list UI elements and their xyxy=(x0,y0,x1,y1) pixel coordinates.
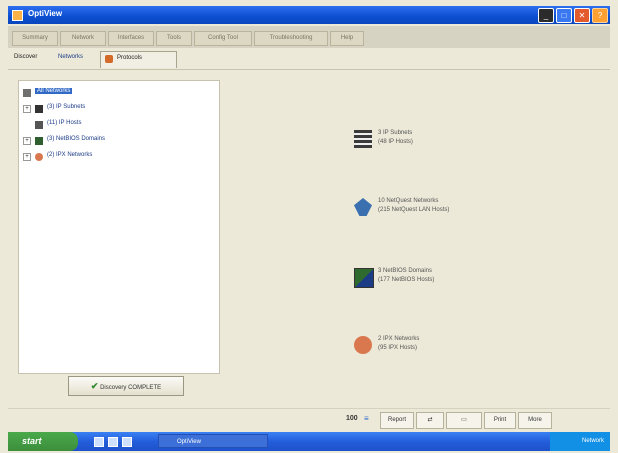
tab-summary[interactable]: Summary xyxy=(12,31,58,46)
sub-tab-bar: Discover Networks Protocols xyxy=(8,49,610,70)
host-icon xyxy=(35,121,43,129)
help-button[interactable]: ? xyxy=(592,8,608,23)
summary-ip-subnets[interactable]: 3 IP Subnets (48 IP Hosts) xyxy=(354,126,494,162)
refresh-icon: ⇄ xyxy=(427,417,433,423)
bottom-toolbar: 100 ≡ Report ⇄ ▭ Print More xyxy=(8,408,610,431)
tree-item-label: (3) IP Subnets xyxy=(47,104,86,110)
netbios-domain-icon xyxy=(354,268,374,288)
tab-help[interactable]: Help xyxy=(330,31,364,46)
expand-icon[interactable]: + xyxy=(23,137,31,145)
discovery-complete-label: Discovery COMPLETE xyxy=(100,385,162,391)
close-button[interactable]: ✕ xyxy=(574,8,590,23)
system-tray[interactable]: Network xyxy=(550,432,610,451)
netbios-icon xyxy=(35,137,43,145)
tab-protocols[interactable]: Protocols xyxy=(117,55,142,61)
app-icon xyxy=(12,10,23,21)
count-label: 100 xyxy=(346,415,358,422)
taskbar-item[interactable]: OptiView xyxy=(158,434,268,448)
quicklaunch-app-icon[interactable] xyxy=(122,437,132,447)
summary-line1: 10 NetQuest Networks xyxy=(378,198,439,204)
subnet-icon xyxy=(35,105,43,113)
quicklaunch-desktop-icon[interactable] xyxy=(94,437,104,447)
checkmark-icon: ✔ xyxy=(90,381,99,391)
summary-line1: 3 IP Subnets xyxy=(378,130,413,136)
expand-icon[interactable]: + xyxy=(23,153,31,161)
summary-ipx[interactable]: 2 IPX Networks (95 IPX Hosts) xyxy=(354,332,494,368)
summary-line2: (95 IPX Hosts) xyxy=(378,345,418,351)
discovery-complete-button[interactable]: ✔ Discovery COMPLETE xyxy=(68,376,184,396)
summary-line1: 3 NetBIOS Domains xyxy=(378,268,433,274)
refresh-button[interactable]: ⇄ xyxy=(416,412,444,429)
ip-subnet-icon xyxy=(354,130,372,148)
more-button[interactable]: More xyxy=(518,412,552,429)
tab-troubleshooting[interactable]: Troubleshooting xyxy=(254,31,328,46)
tab-interfaces[interactable]: Interfaces xyxy=(108,31,154,46)
network-tree[interactable]: All Networks + (3) IP Subnets (11) IP Ho… xyxy=(18,80,220,374)
print-button[interactable]: Print xyxy=(484,412,516,429)
tab-network[interactable]: Network xyxy=(60,31,106,46)
summary-nextquest[interactable]: 10 NetQuest Networks (215 NetQuest LAN H… xyxy=(354,194,494,230)
top-tab-bar: Summary Network Interfaces Tools Config … xyxy=(8,26,610,48)
quicklaunch-browser-icon[interactable] xyxy=(108,437,118,447)
title-bar: OptiView _ □ ✕ ? xyxy=(8,6,610,24)
nextquest-icon xyxy=(354,198,372,216)
start-label: start xyxy=(22,436,42,446)
window-title: OptiView xyxy=(28,9,63,18)
summary-line2: (48 IP Hosts) xyxy=(378,139,413,145)
summary-netbios[interactable]: 3 NetBIOS Domains (177 NetBIOS Hosts) xyxy=(354,264,494,300)
tree-item-label: (11) IP Hosts xyxy=(47,120,82,126)
ipx-network-icon xyxy=(354,336,372,354)
sort-icon[interactable]: ≡ xyxy=(364,414,369,423)
protocols-icon xyxy=(105,55,113,63)
chart-icon: ▭ xyxy=(461,417,467,423)
tree-item-label: (2) IPX Networks xyxy=(47,152,93,158)
expand-icon[interactable]: + xyxy=(23,105,31,113)
tab-protocols-box[interactable]: Protocols xyxy=(100,51,177,68)
tree-item-label: (3) NetBIOS Domains xyxy=(47,136,106,142)
chart-button[interactable]: ▭ xyxy=(446,412,482,429)
summary-line2: (215 NetQuest LAN Hosts) xyxy=(378,207,450,213)
summary-line2: (177 NetBIOS Hosts) xyxy=(378,277,435,283)
report-button[interactable]: Report xyxy=(380,412,414,429)
discover-label: Discover xyxy=(14,54,38,60)
ipx-icon xyxy=(35,153,43,161)
main-panel: All Networks + (3) IP Subnets (11) IP Ho… xyxy=(8,70,610,406)
tab-networks[interactable]: Networks xyxy=(58,54,83,60)
network-root-icon xyxy=(23,89,31,97)
maximize-button[interactable]: □ xyxy=(556,8,572,23)
minimize-button[interactable]: _ xyxy=(538,8,554,23)
tab-tools[interactable]: Tools xyxy=(156,31,192,46)
tree-root-label: All Networks xyxy=(35,88,73,94)
tab-config-tool[interactable]: Config Tool xyxy=(194,31,252,46)
taskbar: start OptiView Network xyxy=(8,432,610,451)
start-button[interactable]: start xyxy=(8,432,78,451)
summary-line1: 2 IPX Networks xyxy=(378,336,420,342)
